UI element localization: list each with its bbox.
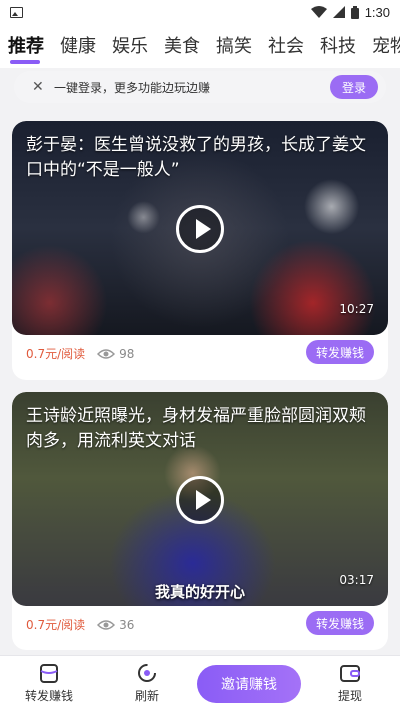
- video-caption: 我真的好开心: [154, 583, 245, 601]
- status-left: [10, 6, 23, 18]
- signal-icon: [332, 6, 345, 18]
- nav-refresh-label: 刷新: [134, 689, 159, 703]
- article-meta: 0.7元/阅读 36: [26, 616, 134, 633]
- bottom-nav: 转发赚钱 刷新 邀请赚钱 提现: [0, 655, 400, 711]
- image-notification-icon: [10, 6, 23, 18]
- article-meta: 0.7元/阅读 98: [26, 345, 134, 362]
- battery-icon: [350, 5, 359, 19]
- share-earn-button[interactable]: 转发赚钱: [306, 611, 374, 635]
- login-prompt-text: 一键登录，更多功能边玩边赚: [54, 80, 211, 95]
- tab-entertainment[interactable]: 娱乐: [112, 32, 148, 58]
- active-tab-indicator: [10, 60, 40, 64]
- view-count: 98: [119, 346, 135, 361]
- article-card[interactable]: 彭于晏：医生曾说没救了的男孩，长成了姜文口中的“不是一般人” 10:27 0.7…: [12, 121, 388, 380]
- tab-funny[interactable]: 搞笑: [216, 32, 252, 58]
- price-per-read: 0.7元/阅读: [26, 347, 86, 361]
- play-icon[interactable]: [176, 205, 224, 253]
- article-title: 王诗龄近照曝光，身材发福严重脸部圆润双颊肉多，用流利英文对话: [26, 406, 366, 451]
- nav-refresh[interactable]: 刷新: [112, 662, 182, 704]
- status-bar: 1:30: [0, 0, 400, 24]
- nav-share-earn[interactable]: 转发赚钱: [14, 662, 84, 704]
- login-button[interactable]: 登录: [330, 75, 378, 99]
- nav-share-label: 转发赚钱: [24, 689, 73, 703]
- status-time: 1:30: [364, 4, 390, 20]
- tab-tech[interactable]: 科技: [320, 32, 356, 58]
- refresh-icon: [138, 664, 156, 682]
- cup-icon: [40, 664, 58, 683]
- wifi-icon: [310, 6, 327, 18]
- price-per-read: 0.7元/阅读: [26, 618, 86, 632]
- play-icon[interactable]: [176, 476, 224, 524]
- status-right: 1:30: [310, 4, 390, 20]
- close-icon[interactable]: ✕: [32, 79, 46, 95]
- video-duration: 10:27: [339, 302, 374, 316]
- tab-pets[interactable]: 宠物: [372, 32, 400, 58]
- article-card[interactable]: 王诗龄近照曝光，身材发福严重脸部圆润双颊肉多，用流利英文对话 03:17 我真的…: [12, 392, 388, 650]
- tab-health[interactable]: 健康: [60, 32, 96, 58]
- eye-icon: [97, 619, 116, 630]
- tab-recommend[interactable]: 推荐: [8, 32, 44, 58]
- category-tabs: 推荐 健康 娱乐 美食 搞笑 社会 科技 宠物: [0, 24, 400, 68]
- login-prompt-bar: ✕ 一键登录，更多功能边玩边赚 登录: [14, 71, 386, 103]
- view-count: 36: [119, 617, 135, 632]
- tab-society[interactable]: 社会: [268, 32, 304, 58]
- wallet-icon: [340, 665, 360, 682]
- eye-icon: [97, 348, 116, 359]
- video-thumbnail[interactable]: 彭于晏：医生曾说没救了的男孩，长成了姜文口中的“不是一般人” 10:27: [12, 121, 388, 335]
- invite-earn-button[interactable]: 邀请赚钱: [197, 665, 301, 703]
- nav-withdraw[interactable]: 提现: [315, 662, 385, 704]
- article-title: 彭于晏：医生曾说没救了的男孩，长成了姜文口中的“不是一般人”: [26, 135, 366, 180]
- nav-withdraw-label: 提现: [337, 689, 362, 703]
- video-thumbnail[interactable]: 王诗龄近照曝光，身材发福严重脸部圆润双颊肉多，用流利英文对话 03:17 我真的…: [12, 392, 388, 606]
- share-earn-button[interactable]: 转发赚钱: [306, 340, 374, 364]
- tab-food[interactable]: 美食: [164, 32, 200, 58]
